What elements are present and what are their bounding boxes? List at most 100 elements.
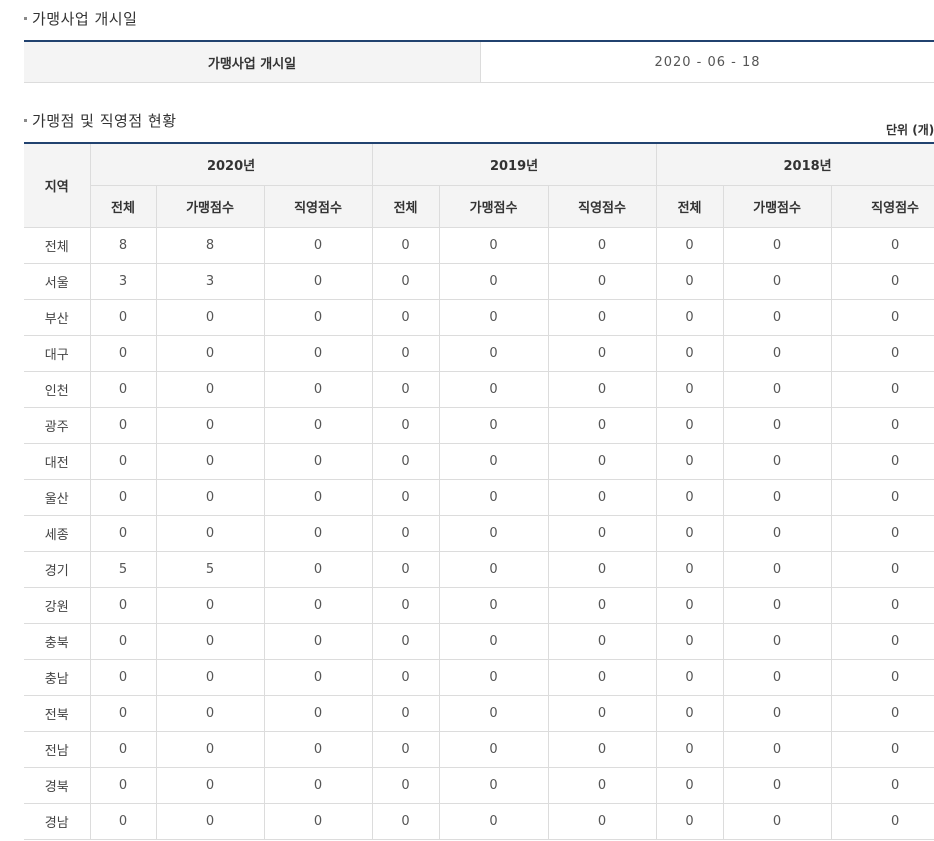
count-cell: 5 [89, 551, 157, 588]
count-cell: 0 [547, 767, 657, 804]
table-row: 대구 0 0 0 0 0 0 0 0 0 [24, 335, 934, 372]
count-cell: 0 [263, 515, 373, 552]
count-cell: 0 [263, 227, 373, 264]
count-cell: 0 [263, 479, 373, 516]
count-cell: 0 [547, 407, 657, 444]
region-cell: 부산 [24, 299, 91, 336]
table-row: 충북 0 0 0 0 0 0 0 0 0 [24, 623, 934, 660]
count-cell: 0 [371, 479, 440, 516]
year-header: 2019년 [371, 142, 657, 186]
count-cell: 0 [722, 551, 832, 588]
count-cell: 0 [371, 407, 440, 444]
count-cell: 0 [263, 407, 373, 444]
count-cell: 0 [722, 407, 832, 444]
count-cell: 0 [155, 299, 265, 336]
count-cell: 0 [438, 515, 549, 552]
count-cell: 0 [263, 371, 373, 408]
count-cell: 0 [722, 515, 832, 552]
table-row: 서울 3 3 0 0 0 0 0 0 0 [24, 263, 934, 300]
count-cell: 0 [547, 695, 657, 732]
count-cell: 0 [722, 371, 832, 408]
region-cell: 전북 [24, 695, 91, 732]
count-cell: 0 [438, 299, 549, 336]
region-cell: 강원 [24, 587, 91, 624]
subheader-total: 전체 [655, 185, 724, 228]
table-row: 세종 0 0 0 0 0 0 0 0 0 [24, 515, 934, 552]
count-cell: 0 [830, 767, 934, 804]
count-cell: 0 [547, 335, 657, 372]
table-row: 대전 0 0 0 0 0 0 0 0 0 [24, 443, 934, 480]
count-cell: 0 [655, 407, 724, 444]
subheader-direct: 직영점수 [830, 185, 934, 228]
year-header: 2018년 [655, 142, 934, 186]
count-cell: 0 [655, 299, 724, 336]
count-cell: 0 [155, 731, 265, 768]
count-cell: 0 [830, 299, 934, 336]
count-cell: 0 [155, 407, 265, 444]
count-cell: 0 [547, 803, 657, 840]
count-cell: 0 [438, 371, 549, 408]
count-cell: 0 [371, 803, 440, 840]
count-cell: 0 [155, 767, 265, 804]
subheader-franchise: 가맹점수 [155, 185, 265, 228]
count-cell: 0 [722, 227, 832, 264]
count-cell: 0 [722, 659, 832, 696]
table-row: 강원 0 0 0 0 0 0 0 0 0 [24, 587, 934, 624]
count-cell: 0 [830, 407, 934, 444]
count-cell: 0 [655, 551, 724, 588]
count-cell: 0 [547, 515, 657, 552]
count-cell: 0 [89, 479, 157, 516]
count-cell: 0 [371, 623, 440, 660]
count-cell: 0 [371, 227, 440, 264]
count-cell: 0 [830, 587, 934, 624]
count-cell: 0 [830, 551, 934, 588]
count-cell: 0 [438, 551, 549, 588]
count-cell: 0 [547, 551, 657, 588]
count-cell: 0 [371, 659, 440, 696]
count-cell: 0 [722, 587, 832, 624]
header-row-years: 지역 2020년 2019년 2018년 [24, 142, 934, 228]
count-cell: 3 [155, 263, 265, 300]
table-row: 전북 0 0 0 0 0 0 0 0 0 [24, 695, 934, 732]
count-cell: 0 [89, 443, 157, 480]
table-row: 부산 0 0 0 0 0 0 0 0 0 [24, 299, 934, 336]
count-cell: 0 [155, 371, 265, 408]
count-cell: 8 [89, 227, 157, 264]
table-row: 충남 0 0 0 0 0 0 0 0 0 [24, 659, 934, 696]
count-cell: 0 [547, 587, 657, 624]
count-cell: 0 [263, 659, 373, 696]
count-cell: 0 [155, 587, 265, 624]
count-cell: 0 [830, 371, 934, 408]
count-cell: 0 [263, 731, 373, 768]
count-cell: 3 [89, 263, 157, 300]
count-cell: 0 [655, 443, 724, 480]
count-cell: 0 [655, 335, 724, 372]
count-cell: 0 [655, 479, 724, 516]
count-cell: 0 [263, 551, 373, 588]
count-cell: 8 [155, 227, 265, 264]
count-cell: 0 [655, 731, 724, 768]
count-cell: 0 [655, 263, 724, 300]
count-cell: 0 [722, 263, 832, 300]
count-cell: 0 [547, 299, 657, 336]
count-cell: 0 [89, 623, 157, 660]
count-cell: 0 [155, 515, 265, 552]
count-cell: 0 [722, 479, 832, 516]
count-cell: 0 [89, 371, 157, 408]
count-cell: 0 [371, 731, 440, 768]
count-cell: 0 [722, 731, 832, 768]
status-table-body: 전체 8 8 0 0 0 0 0 0 0 서울 3 3 0 0 0 0 0 0 0 부산 0 0 0 0 0 0 0 0 0 대구 0 0 0 0 0… [24, 227, 934, 840]
region-cell: 전남 [24, 731, 91, 768]
unit-label: 단위 (개) [886, 123, 934, 137]
count-cell: 0 [830, 515, 934, 552]
section-title-store-status: 가맹점 및 직영점 현황 [24, 110, 177, 131]
count-cell: 0 [89, 335, 157, 372]
store-status-table: 지역 2020년 2019년 2018년 전체 가맹점수 직영점수 전체 가맹점… [24, 142, 934, 840]
region-cell: 충북 [24, 623, 91, 660]
count-cell: 0 [830, 659, 934, 696]
count-cell: 0 [371, 551, 440, 588]
count-cell: 0 [438, 407, 549, 444]
region-cell: 전체 [24, 227, 91, 264]
count-cell: 0 [547, 443, 657, 480]
count-cell: 0 [722, 695, 832, 732]
